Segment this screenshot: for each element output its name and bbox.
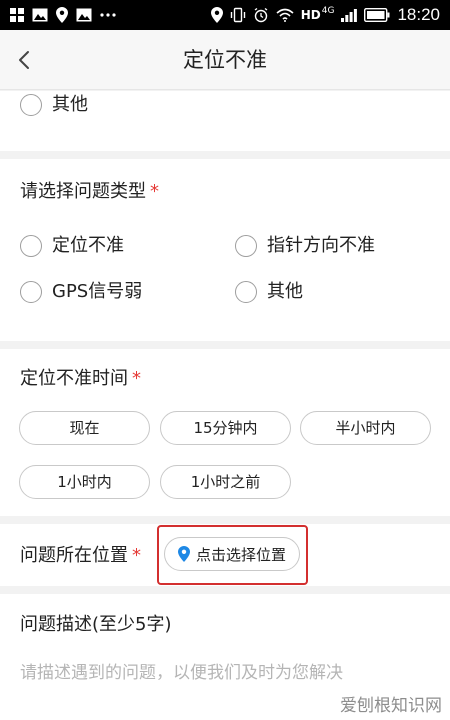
nav-bar: 定位不准	[0, 30, 450, 90]
gallery-icon-2	[76, 8, 92, 22]
battery-icon	[364, 8, 390, 22]
option-label: GPS信号弱	[52, 281, 143, 302]
required-mark: *	[150, 181, 159, 202]
vibrate-icon	[230, 7, 245, 23]
section-title-text: 定位不准时间	[20, 368, 128, 389]
option-label: 指针方向不准	[267, 235, 375, 256]
more-notifications-icon	[100, 13, 116, 17]
required-mark: *	[132, 368, 141, 389]
alarm-icon	[254, 7, 268, 23]
location-icon	[210, 7, 223, 23]
status-bar: HD 4G 18:20	[0, 0, 450, 30]
option-label: 其他	[267, 281, 303, 302]
watermark: 爱刨根知识网	[340, 696, 442, 716]
wifi-icon	[276, 8, 294, 22]
radio-button[interactable]	[20, 235, 42, 257]
time-option-now[interactable]: 现在	[19, 411, 150, 445]
signal-icon	[341, 9, 358, 22]
section-title: 请选择问题类型 *	[20, 180, 159, 204]
time-card: 定位不准时间 * 现在 15分钟内 半小时内 1小时内 1小时之前	[0, 349, 450, 516]
previous-options-card: 其他	[0, 91, 450, 151]
status-bar-system: HD 4G 18:20	[210, 5, 440, 25]
gallery-icon	[32, 8, 48, 22]
section-title: 定位不准时间 *	[20, 367, 141, 391]
network-type: 4G	[321, 6, 335, 16]
option-label: 其他	[52, 94, 88, 115]
time-option-over-1hour[interactable]: 1小时之前	[160, 465, 291, 499]
time-option-15min[interactable]: 15分钟内	[160, 411, 291, 445]
location-icon	[56, 7, 68, 23]
radio-button[interactable]	[20, 281, 42, 303]
required-mark: *	[132, 545, 141, 566]
description-input[interactable]: 请描述遇到的问题，以便我们及时为您解决	[20, 658, 343, 683]
section-title: 问题描述(至少5字)	[20, 613, 172, 637]
hd-indicator: HD	[300, 8, 321, 22]
app-grid-icon	[10, 8, 24, 22]
highlight-box	[157, 525, 308, 585]
section-title: 问题所在位置 *	[20, 544, 141, 568]
section-title-text: 问题所在位置	[20, 545, 128, 566]
radio-button[interactable]	[20, 94, 42, 116]
status-bar-notifications	[10, 6, 116, 24]
time-option-half-hour[interactable]: 半小时内	[300, 411, 431, 445]
radio-button[interactable]	[235, 235, 257, 257]
time-option-1hour[interactable]: 1小时内	[19, 465, 150, 499]
section-title-text: 问题描述(至少5字)	[20, 614, 172, 635]
section-title-text: 请选择问题类型	[20, 181, 146, 202]
option-label: 定位不准	[52, 235, 124, 256]
status-time: 18:20	[397, 5, 440, 24]
page-title: 定位不准	[183, 48, 267, 72]
radio-button[interactable]	[235, 281, 257, 303]
problem-type-card: 请选择问题类型 * 定位不准 指针方向不准 GPS信号弱 其他	[0, 159, 450, 341]
